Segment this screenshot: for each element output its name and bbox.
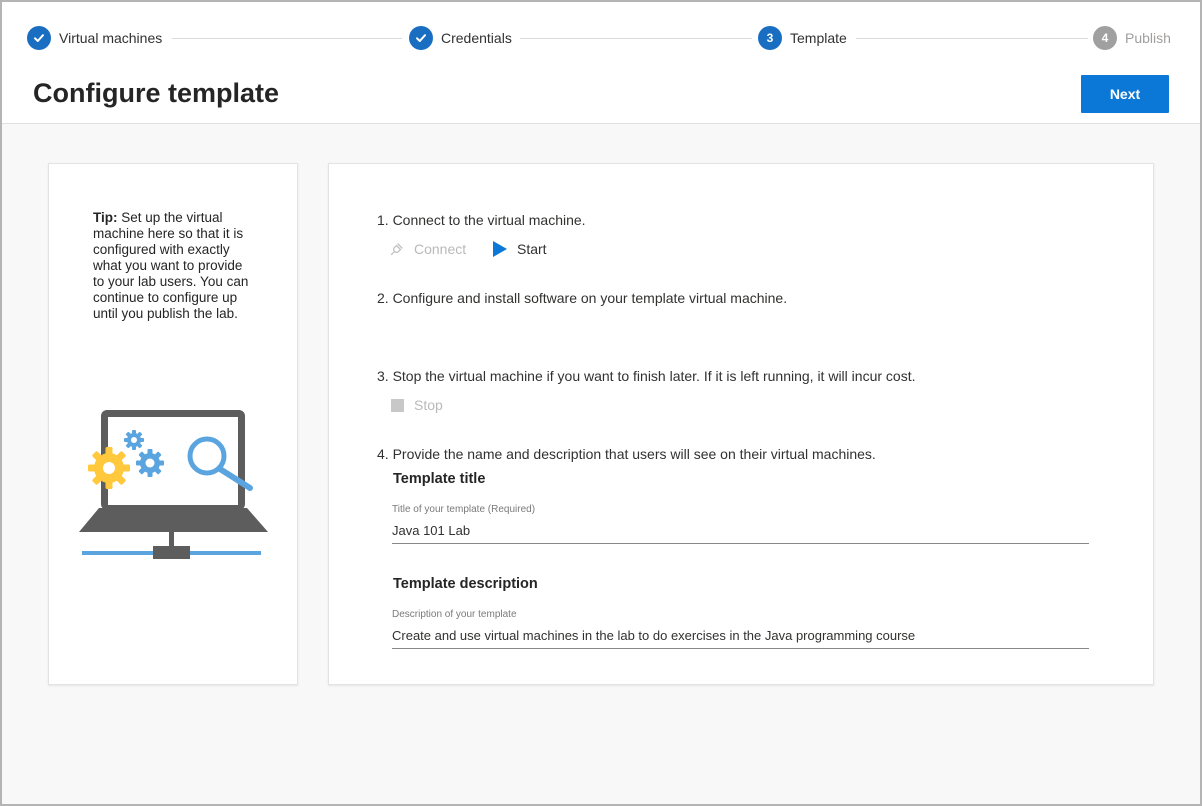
step-virtual-machines[interactable]: Virtual machines [27, 25, 162, 51]
tip-text: Tip: Set up the virtual machine here so … [93, 210, 255, 322]
step-connector [856, 38, 1088, 39]
instruction-step-3: 3. Stop the virtual machine if you want … [377, 368, 916, 384]
step-label: Template [790, 30, 847, 46]
next-button[interactable]: Next [1081, 75, 1169, 113]
template-title-input[interactable] [392, 517, 1089, 544]
step-1-status [27, 26, 51, 50]
tip-body: Set up the virtual machine here so that … [93, 210, 249, 321]
step-credentials[interactable]: Credentials [409, 25, 512, 51]
step-label: Publish [1125, 30, 1171, 46]
step-label: Virtual machines [59, 30, 163, 46]
plug-icon [390, 243, 403, 256]
play-icon [493, 241, 507, 257]
page-title: Configure template [33, 78, 280, 108]
step-label: Credentials [441, 30, 512, 46]
step-number: 3 [758, 26, 782, 50]
template-description-input[interactable] [392, 622, 1089, 649]
stop-button[interactable]: Stop [391, 397, 443, 413]
tip-card: Tip: Set up the virtual machine here so … [48, 163, 298, 685]
instruction-step-4: 4. Provide the name and description that… [377, 446, 876, 462]
step-connector [520, 38, 752, 39]
template-title-field-label: Title of your template (Required) [392, 504, 536, 515]
stop-icon [391, 398, 404, 412]
instructions-card: 1. Connect to the virtual machine. Conne… [328, 163, 1154, 685]
step-template[interactable]: 3 Template [758, 25, 847, 51]
instruction-step-1: 1. Connect to the virtual machine. [377, 212, 586, 228]
tip-prefix: Tip: [93, 210, 118, 225]
connect-label: Connect [414, 241, 467, 257]
template-title-heading: Template title [393, 471, 486, 487]
laptop-settings-illustration [79, 410, 268, 559]
step-publish[interactable]: 4 Publish [1093, 25, 1171, 51]
start-label: Start [517, 241, 547, 257]
header-area: Virtual machines Credentials 3 Template … [2, 2, 1200, 124]
template-description-field-label: Description of your template [392, 609, 517, 620]
wizard-window: Virtual machines Credentials 3 Template … [0, 0, 1202, 806]
instruction-step-2: 2. Configure and install software on you… [377, 290, 788, 306]
checkmark-icon [34, 34, 44, 42]
step-connector [172, 38, 402, 39]
step-2-status [409, 26, 433, 50]
connect-button[interactable]: Connect [390, 241, 466, 257]
stop-label: Stop [414, 397, 443, 413]
start-button[interactable]: Start [493, 241, 547, 257]
step-number: 4 [1093, 26, 1117, 50]
checkmark-icon [416, 34, 426, 42]
template-description-heading: Template description [393, 576, 538, 592]
